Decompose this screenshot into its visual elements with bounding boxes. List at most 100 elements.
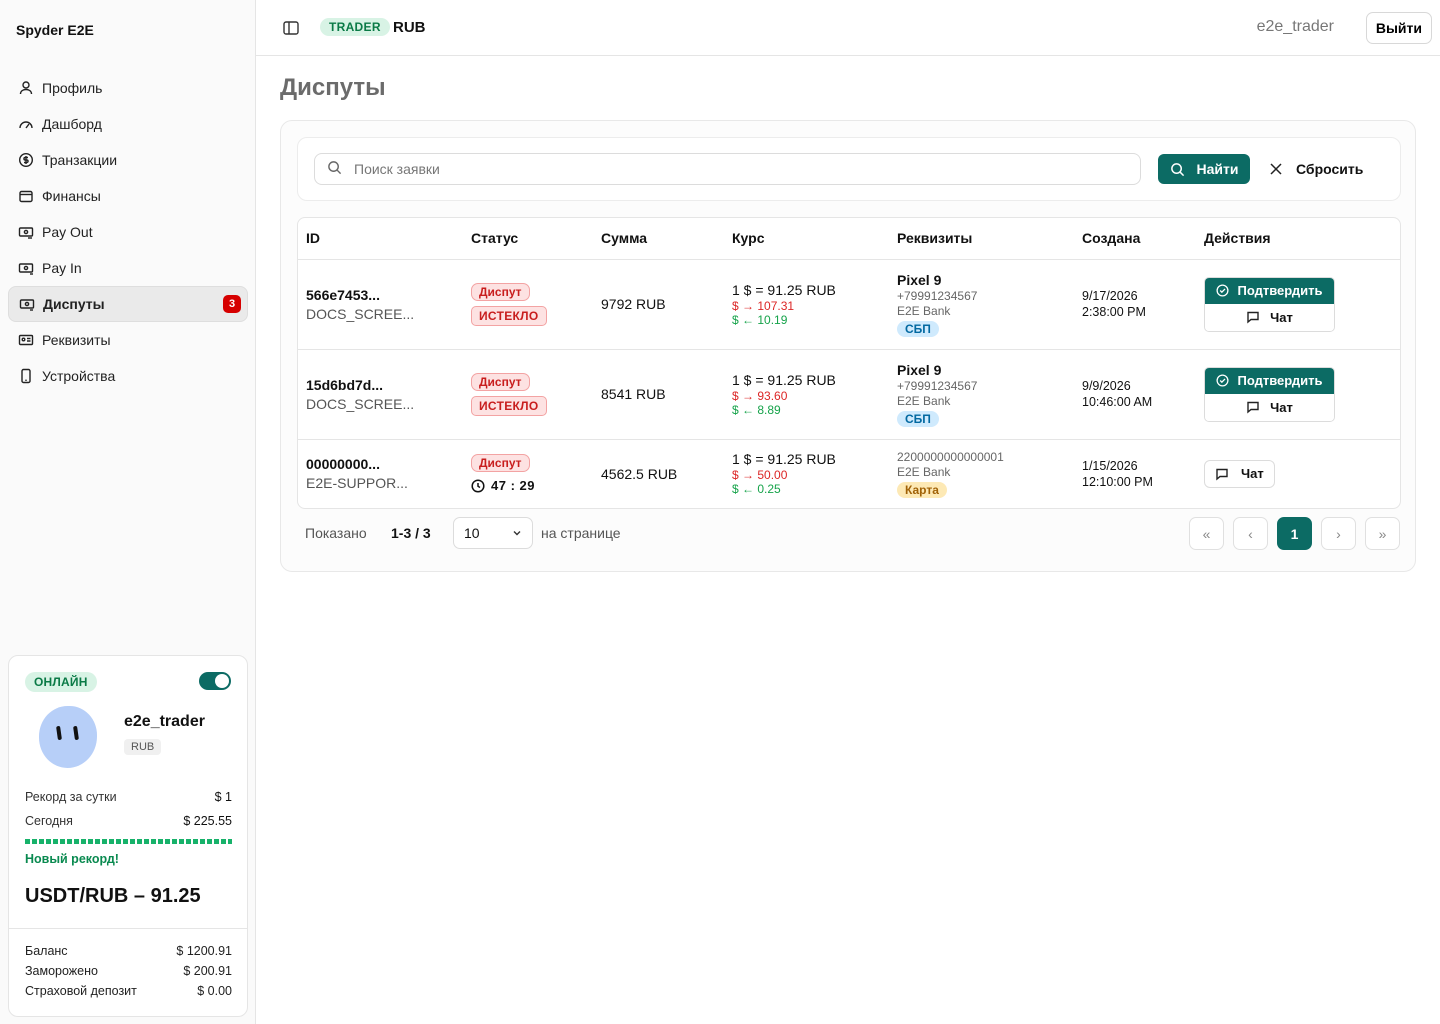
- gauge-icon: [18, 116, 34, 132]
- sidebar-item-label: Реквизиты: [42, 332, 111, 348]
- created-time: 10:46:00 AM: [1082, 395, 1153, 409]
- payin-icon: [18, 260, 34, 276]
- column-header[interactable]: Реквизиты: [889, 218, 1074, 260]
- sidebar-item-transactions[interactable]: Транзакции: [8, 142, 248, 178]
- requisite-bank: E2E Bank: [897, 303, 951, 318]
- amount: 9792 RUB: [593, 259, 724, 350]
- sidebar-item-devices[interactable]: Устройства: [8, 358, 248, 394]
- dispute-ref: DOCS_SCREE...: [306, 305, 415, 322]
- balance-value: $ 1200.91: [176, 944, 232, 958]
- close-icon: [1270, 163, 1282, 175]
- sidebar-item-requisites[interactable]: Реквизиты: [8, 322, 248, 358]
- chat-button[interactable]: Чат: [1204, 459, 1275, 488]
- find-button[interactable]: Найти: [1158, 154, 1250, 184]
- confirm-button[interactable]: Подтвердить: [1205, 277, 1334, 304]
- table-row[interactable]: 00000000... E2E-SUPPOR... Диспут 47 : 29…: [298, 439, 1400, 508]
- wallet-icon: [18, 188, 34, 204]
- sidebar-item-payout[interactable]: Pay Out: [8, 214, 248, 250]
- status-badge: Диспут: [471, 372, 530, 391]
- column-header[interactable]: Курс: [724, 218, 889, 260]
- expired-badge: ИСТЕКЛО: [471, 305, 547, 326]
- search-input[interactable]: [354, 161, 1114, 177]
- sidebar-item-finance[interactable]: Финансы: [8, 178, 248, 214]
- chat-button[interactable]: Чат: [1205, 303, 1334, 331]
- confirm-button[interactable]: Подтвердить: [1205, 367, 1334, 394]
- rate-out: $ → 107.31: [732, 298, 795, 313]
- header-username: e2e_trader: [1256, 18, 1334, 35]
- table-header-row: ID Статус Сумма Курс Реквизиты Создана Д…: [298, 218, 1400, 260]
- sidebar-nav: Профиль Дашборд Транзакции Финансы Pay O…: [8, 70, 248, 394]
- new-record-label: Новый рекорд!: [25, 852, 119, 866]
- column-header[interactable]: Создана: [1074, 218, 1196, 260]
- created-time: 12:10:00 PM: [1082, 474, 1153, 489]
- rate: 1 $ = 91.25 RUB: [732, 371, 836, 388]
- divider: [9, 928, 247, 929]
- expired-badge: ИСТЕКЛО: [471, 395, 547, 416]
- chat-icon: [1247, 311, 1259, 324]
- search-field[interactable]: [314, 153, 1141, 185]
- sidebar-toggle-icon[interactable]: [282, 19, 300, 37]
- today-label: Сегодня: [25, 814, 73, 828]
- confirm-button-label: Подтвердить: [1237, 283, 1323, 298]
- chat-button[interactable]: Чат: [1205, 393, 1334, 421]
- table-row[interactable]: 15d6bd7d... DOCS_SCREE... Диспут ИСТЕКЛО…: [298, 349, 1400, 440]
- table-row[interactable]: 566e7453... DOCS_SCREE... Диспут ИСТЕКЛО…: [298, 259, 1400, 350]
- online-status-badge: ОНЛАЙН: [25, 672, 97, 692]
- daily-record-label: Рекорд за сутки: [25, 790, 117, 804]
- sidebar-item-profile[interactable]: Профиль: [8, 70, 248, 106]
- last-page-button[interactable]: »: [1365, 517, 1400, 550]
- sidebar: Spyder E2E Профиль Дашборд Транзакции Фи…: [0, 0, 256, 1024]
- balance-row: Баланс $ 1200.91: [25, 944, 232, 958]
- dispute-id[interactable]: 15d6bd7d...: [306, 377, 463, 393]
- shown-label: Показано: [305, 525, 367, 541]
- user-icon: [18, 80, 34, 96]
- online-toggle[interactable]: [199, 672, 231, 690]
- countdown-timer: 47 : 29: [471, 478, 593, 493]
- disputes-table: ID Статус Сумма Курс Реквизиты Создана Д…: [297, 217, 1401, 509]
- user-name: e2e_trader: [124, 713, 205, 730]
- created-time: 2:38:00 PM: [1082, 305, 1146, 319]
- sidebar-item-label: Дашборд: [42, 116, 102, 132]
- column-header[interactable]: ID: [298, 218, 463, 260]
- page-button-current[interactable]: 1: [1277, 517, 1312, 550]
- deposit-label: Страховой депозит: [25, 984, 137, 998]
- card-badge: Карта: [897, 481, 947, 498]
- sidebar-item-disputes[interactable]: Диспуты 3: [8, 286, 248, 322]
- column-header[interactable]: Статус: [463, 218, 593, 260]
- status-badge: Диспут: [471, 282, 530, 301]
- status-badge: Диспут: [471, 454, 530, 473]
- daily-record-value: $ 1: [214, 790, 232, 804]
- frozen-row: Заморожено $ 200.91: [25, 964, 232, 978]
- dispute-id[interactable]: 00000000...: [306, 456, 463, 472]
- first-page-button[interactable]: «: [1189, 517, 1224, 550]
- sidebar-item-dashboard[interactable]: Дашборд: [8, 106, 248, 142]
- per-page-label: на странице: [541, 525, 621, 541]
- dispute-id[interactable]: 566e7453...: [306, 287, 463, 303]
- deposit-row: Страховой депозит $ 0.00: [25, 984, 232, 998]
- sidebar-item-payin[interactable]: Pay In: [8, 250, 248, 286]
- sbp-badge: СБП: [897, 320, 939, 337]
- topbar: TRADER RUB e2e_trader Выйти: [256, 0, 1440, 56]
- requisite-device: Pixel 9: [897, 361, 942, 378]
- column-header[interactable]: Сумма: [593, 218, 724, 260]
- rate-out: $ → 93.60: [732, 388, 788, 403]
- frozen-label: Заморожено: [25, 964, 98, 978]
- requisite-bank: E2E Bank: [897, 464, 951, 479]
- sidebar-item-label: Диспуты: [43, 296, 105, 312]
- next-page-button[interactable]: ›: [1321, 517, 1356, 550]
- chat-button-label: Чат: [1270, 309, 1293, 325]
- reset-button[interactable]: Сбросить: [1270, 154, 1363, 184]
- per-page-select[interactable]: 10: [453, 517, 533, 549]
- chat-button-label: Чат: [1270, 399, 1293, 415]
- chat-button-label: Чат: [1241, 466, 1264, 482]
- rate-in: $ ← 0.25: [732, 482, 781, 497]
- logout-button[interactable]: Выйти: [1365, 12, 1432, 44]
- smartphone-icon: [18, 368, 34, 384]
- sidebar-item-label: Профиль: [42, 80, 103, 96]
- confirm-button-label: Подтвердить: [1237, 373, 1323, 388]
- prev-page-button[interactable]: ‹: [1233, 517, 1268, 550]
- search-icon: [1170, 162, 1184, 176]
- sidebar-item-label: Устройства: [42, 368, 116, 384]
- rate-out: $ → 50.00: [732, 468, 788, 483]
- balance-label: Баланс: [25, 944, 68, 958]
